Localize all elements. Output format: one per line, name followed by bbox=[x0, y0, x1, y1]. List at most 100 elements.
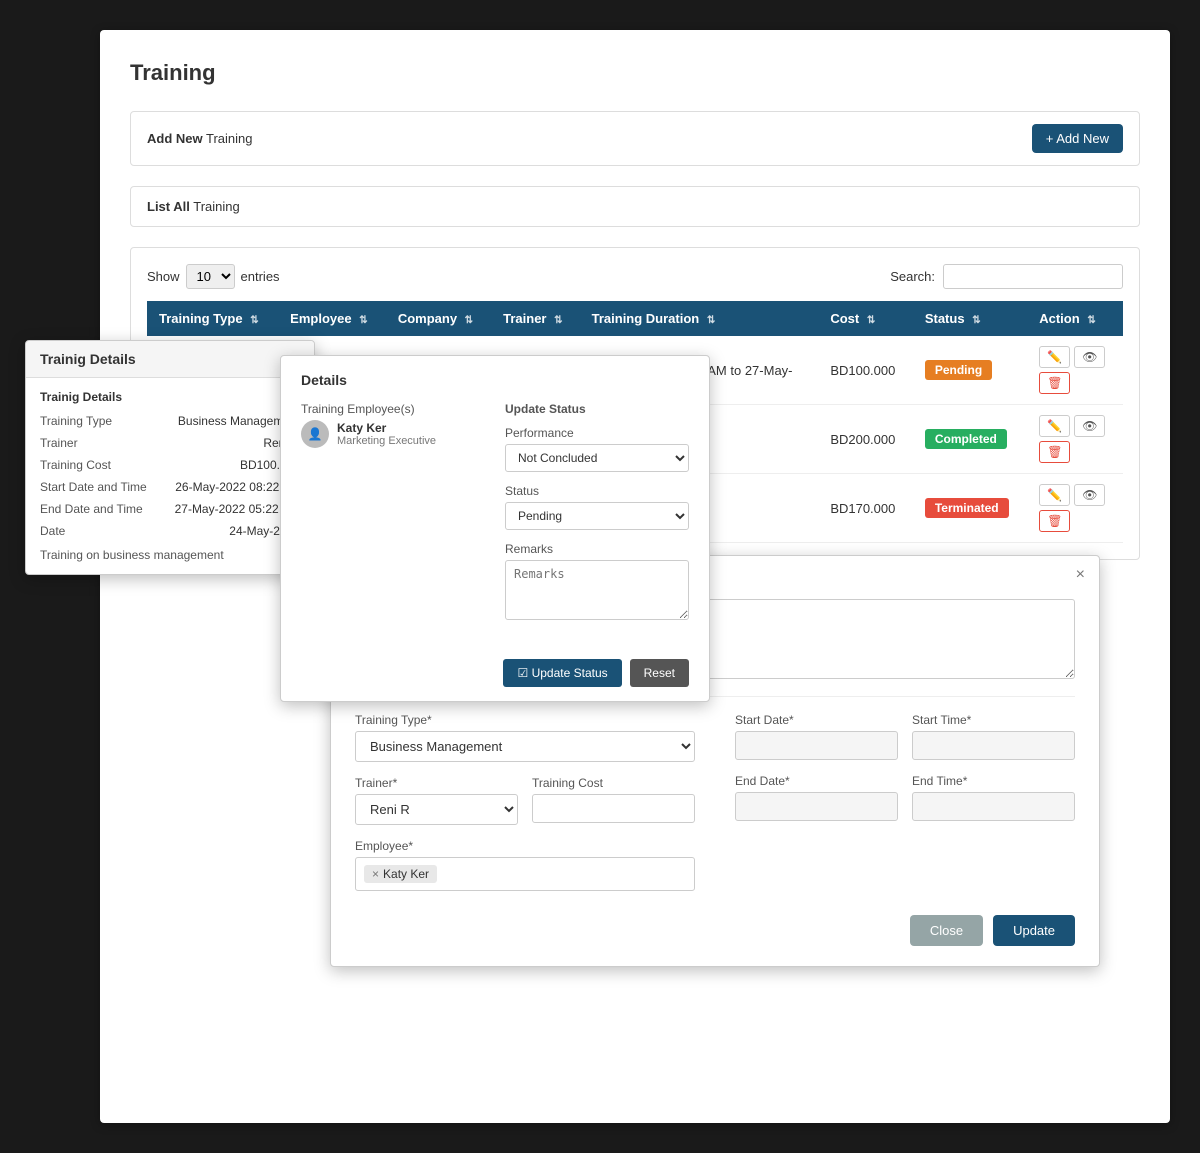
cell-cost: BD100.000 bbox=[818, 336, 913, 405]
detail-row-trainer: Trainer Reni R bbox=[40, 436, 300, 450]
end-time-input[interactable]: 17:22 bbox=[912, 792, 1075, 821]
employee-item: 👤 Katy Ker Marketing Executive bbox=[301, 420, 485, 448]
entries-select[interactable]: 10 25 50 bbox=[186, 264, 235, 289]
edit-button[interactable]: ✏️ bbox=[1039, 346, 1070, 368]
delete-button[interactable]: 🗑 bbox=[1039, 441, 1070, 463]
end-row: End Date* 2022-05-27 End Time* 17:22 bbox=[735, 774, 1075, 835]
view-button[interactable]: 👁 bbox=[1074, 346, 1105, 368]
cell-status: Pending bbox=[913, 336, 1027, 405]
action-buttons: ✏️ 👁 🗑 bbox=[1039, 484, 1111, 532]
update-status-body: Details Training Employee(s) 👤 Katy Ker … bbox=[281, 356, 709, 651]
search-label: Search: bbox=[890, 269, 935, 284]
employee-tag-input[interactable]: × Katy Ker bbox=[355, 857, 695, 891]
action-row-bottom: 🗑 bbox=[1039, 510, 1111, 532]
col-company[interactable]: Company ⇅ bbox=[386, 301, 491, 336]
end-date-input[interactable]: 2022-05-27 bbox=[735, 792, 898, 821]
update-button[interactable]: Update bbox=[993, 915, 1075, 946]
col-cost[interactable]: Cost ⇅ bbox=[818, 301, 913, 336]
sort-icon-duration: ⇅ bbox=[707, 315, 715, 326]
edit-button[interactable]: ✏️ bbox=[1039, 484, 1070, 506]
edit-form-right: Start Date* 2022-05-26 Start Time* 08:22… bbox=[735, 713, 1075, 905]
add-new-label: Add New Training bbox=[147, 131, 253, 146]
update-status-right-col: Update Status Performance Not Concluded … bbox=[505, 402, 689, 635]
start-row: Start Date* 2022-05-26 Start Time* 08:22 bbox=[735, 713, 1075, 774]
delete-button[interactable]: 🗑 bbox=[1039, 372, 1070, 394]
close-icon[interactable]: × bbox=[1076, 566, 1085, 584]
entries-label: entries bbox=[241, 269, 280, 284]
update-status-button[interactable]: ☑ Update Status bbox=[503, 659, 621, 687]
checkbox-icon: ☑ bbox=[517, 666, 528, 680]
employee-name: Katy Ker bbox=[337, 421, 436, 435]
detail-label-start: Start Date and Time bbox=[40, 480, 150, 494]
sort-icon-training-type: ⇅ bbox=[250, 315, 258, 326]
action-row-bottom: 🗑 bbox=[1039, 441, 1111, 463]
search-input[interactable] bbox=[943, 264, 1123, 289]
detail-label-date: Date bbox=[40, 524, 150, 538]
reset-button[interactable]: Reset bbox=[630, 659, 689, 687]
edit-button[interactable]: ✏️ bbox=[1039, 415, 1070, 437]
trainer-select[interactable]: Reni R John D bbox=[355, 794, 518, 825]
employee-field: Employee* × Katy Ker bbox=[355, 839, 695, 891]
view-button[interactable]: 👁 bbox=[1074, 484, 1105, 506]
employee-info: Katy Ker Marketing Executive bbox=[337, 421, 436, 447]
end-date-label: End Date* bbox=[735, 774, 898, 788]
status-badge-pending: Pending bbox=[925, 360, 992, 380]
show-label: Show bbox=[147, 269, 180, 284]
col-trainer[interactable]: Trainer ⇅ bbox=[491, 301, 579, 336]
detail-row-end: End Date and Time 27-May-2022 05:22 PM bbox=[40, 502, 300, 516]
start-time-input[interactable]: 08:22 bbox=[912, 731, 1075, 760]
col-employee[interactable]: Employee ⇅ bbox=[278, 301, 386, 336]
performance-select[interactable]: Not Concluded Concluded In Progress bbox=[505, 444, 689, 472]
detail-label-cost: Training Cost bbox=[40, 458, 150, 472]
col-duration[interactable]: Training Duration ⇅ bbox=[580, 301, 819, 336]
add-new-button[interactable]: + Add New bbox=[1032, 124, 1123, 153]
training-details-modal-title: Trainig Details bbox=[26, 341, 314, 378]
training-details-modal-body: Trainig Details Training Type Business M… bbox=[26, 378, 314, 574]
detail-value-date: 24-May-2022 bbox=[150, 524, 300, 538]
col-training-type[interactable]: Training Type ⇅ bbox=[147, 301, 278, 336]
detail-label-end: End Date and Time bbox=[40, 502, 150, 516]
detail-value-end: 27-May-2022 05:22 PM bbox=[150, 502, 300, 516]
delete-button[interactable]: 🗑 bbox=[1039, 510, 1070, 532]
close-button[interactable]: Close bbox=[910, 915, 983, 946]
start-time-label: Start Time* bbox=[912, 713, 1075, 727]
remarks-label: Remarks bbox=[505, 542, 689, 556]
detail-value-start: 26-May-2022 08:22 AM bbox=[150, 480, 300, 494]
tag-remove-icon[interactable]: × bbox=[372, 867, 379, 881]
training-cost-field: Training Cost 100 bbox=[532, 776, 695, 825]
employee-label: Employee* bbox=[355, 839, 695, 853]
training-details-modal: Trainig Details Trainig Details Training… bbox=[25, 340, 315, 575]
employees-col: Training Employee(s) 👤 Katy Ker Marketin… bbox=[301, 402, 485, 635]
trainer-field: Trainer* Reni R John D bbox=[355, 776, 518, 825]
search-box: Search: bbox=[890, 264, 1123, 289]
col-action[interactable]: Action ⇅ bbox=[1027, 301, 1123, 336]
sort-icon-employee: ⇅ bbox=[359, 315, 367, 326]
detail-row-date: Date 24-May-2022 bbox=[40, 524, 300, 538]
update-status-cols: Training Employee(s) 👤 Katy Ker Marketin… bbox=[301, 402, 689, 635]
end-time-field: End Time* 17:22 bbox=[912, 774, 1075, 821]
detail-section-title: Trainig Details bbox=[40, 390, 300, 404]
trainer-cost-row: Trainer* Reni R John D Training Cost 100 bbox=[355, 776, 695, 839]
cell-cost: BD170.000 bbox=[818, 474, 913, 543]
training-cost-input[interactable]: 100 bbox=[532, 794, 695, 823]
list-all-label: List All Training bbox=[147, 199, 240, 214]
start-date-input[interactable]: 2022-05-26 bbox=[735, 731, 898, 760]
remarks-textarea[interactable] bbox=[505, 560, 689, 620]
start-date-label: Start Date* bbox=[735, 713, 898, 727]
trainer-label: Trainer* bbox=[355, 776, 518, 790]
view-button[interactable]: 👁 bbox=[1074, 415, 1105, 437]
show-entries: Show 10 25 50 entries bbox=[147, 264, 280, 289]
detail-label-trainer: Trainer bbox=[40, 436, 150, 450]
cell-action: ✏️ 👁 🗑 bbox=[1027, 336, 1123, 405]
cell-status: Completed bbox=[913, 405, 1027, 474]
status-select[interactable]: Pending Completed Terminated bbox=[505, 502, 689, 530]
action-buttons: ✏️ 👁 🗑 bbox=[1039, 346, 1111, 394]
col-status[interactable]: Status ⇅ bbox=[913, 301, 1027, 336]
training-type-select[interactable]: Business Management Technical Soft Skill… bbox=[355, 731, 695, 762]
employee-avatar: 👤 bbox=[301, 420, 329, 448]
action-row-top: ✏️ 👁 bbox=[1039, 415, 1111, 437]
sort-icon-status: ⇅ bbox=[972, 315, 980, 326]
performance-field: Performance Not Concluded Concluded In P… bbox=[505, 426, 689, 472]
detail-value-cost: BD100.000 bbox=[150, 458, 300, 472]
performance-label: Performance bbox=[505, 426, 689, 440]
